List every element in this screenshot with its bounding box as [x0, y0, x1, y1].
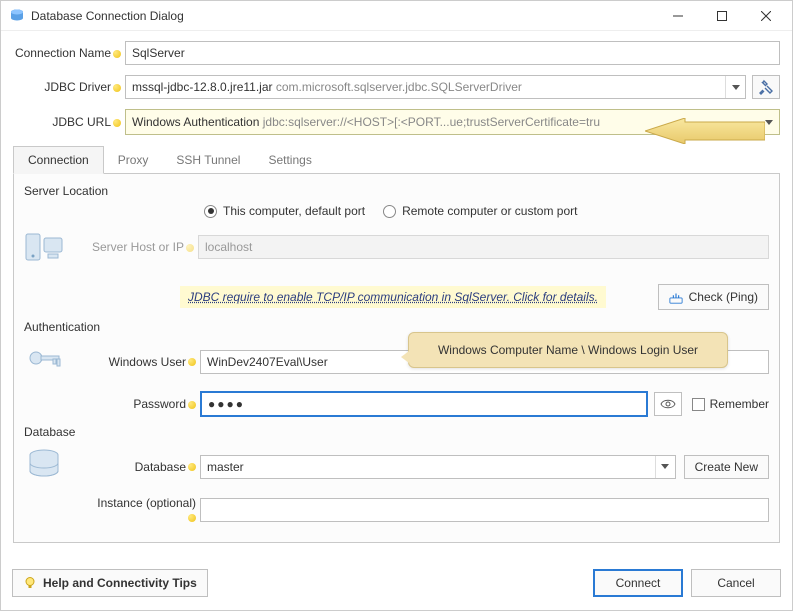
input-password[interactable]: ●●●● [200, 391, 648, 417]
connect-button[interactable]: Connect [593, 569, 683, 597]
cancel-label: Cancel [717, 576, 754, 590]
input-server-host-text: localhost [205, 240, 252, 254]
app-icon [9, 8, 25, 24]
input-password-text: ●●●● [208, 397, 245, 411]
tab-proxy[interactable]: Proxy [104, 147, 163, 173]
input-windows-user-text: WinDev2407Eval\User [207, 355, 328, 369]
tab-settings[interactable]: Settings [254, 147, 325, 173]
driver-tools-button[interactable] [752, 75, 780, 99]
toggle-password-visibility-button[interactable] [654, 392, 682, 416]
row-jdbc-driver: JDBC Driver mssql-jdbc-12.8.0.jre11.jar … [13, 75, 780, 99]
radio-default-port-label: This computer, default port [223, 204, 365, 218]
tab-ssh-tunnel[interactable]: SSH Tunnel [162, 147, 254, 173]
combo-database-text: master [201, 460, 655, 474]
label-instance: Instance (optional) [88, 496, 200, 524]
wrench-icon [758, 79, 774, 95]
maximize-button[interactable] [700, 2, 744, 30]
radio-remote-port-label: Remote computer or custom port [402, 204, 577, 218]
label-jdbc-driver: JDBC Driver [13, 80, 125, 94]
label-database: Database [88, 460, 200, 474]
chevron-down-icon[interactable] [655, 456, 675, 478]
checkbox-remember[interactable]: Remember [692, 397, 769, 411]
radio-button-icon [383, 205, 396, 218]
hint-bulb-icon [113, 119, 121, 127]
close-button[interactable] [744, 2, 788, 30]
combo-jdbc-driver-text: mssql-jdbc-12.8.0.jre11.jar com.microsof… [126, 80, 725, 94]
label-server-host: Server Host or IP [88, 240, 198, 254]
help-tips-button[interactable]: Help and Connectivity Tips [12, 569, 208, 597]
window-title: Database Connection Dialog [31, 9, 656, 23]
chevron-down-icon[interactable] [725, 76, 745, 98]
chevron-down-icon[interactable] [759, 110, 779, 134]
connect-label: Connect [616, 576, 661, 590]
minimize-button[interactable] [656, 2, 700, 30]
input-connection-name[interactable]: SqlServer [125, 41, 780, 65]
titlebar: Database Connection Dialog [1, 1, 792, 31]
combo-database[interactable]: master [200, 455, 676, 479]
checkbox-remember-label: Remember [710, 397, 769, 411]
check-ping-label: Check (Ping) [689, 290, 758, 304]
section-authentication: Authentication [24, 320, 769, 334]
section-database: Database [24, 425, 769, 439]
hint-bulb-icon [113, 50, 121, 58]
row-jdbc-note: JDBC require to enable TCP/IP communicat… [24, 284, 769, 310]
tab-panel-connection: Server Location This computer, default p… [13, 174, 780, 543]
label-password: Password [88, 397, 200, 411]
hint-bulb-icon [113, 84, 121, 92]
hint-bulb-icon [188, 358, 196, 366]
label-jdbc-url: JDBC URL [13, 115, 125, 129]
section-server-location: Server Location [24, 184, 769, 198]
help-tips-label: Help and Connectivity Tips [43, 576, 197, 590]
tab-bar: Connection Proxy SSH Tunnel Settings [13, 145, 780, 174]
row-windows-user: Windows User WinDev2407Eval\User Windows… [24, 340, 769, 383]
link-jdbc-tcpip-note[interactable]: JDBC require to enable TCP/IP communicat… [180, 286, 606, 308]
row-jdbc-url: JDBC URL Windows Authentication jdbc:sql… [13, 109, 780, 135]
input-instance[interactable] [200, 498, 769, 522]
cancel-button[interactable]: Cancel [691, 569, 781, 597]
radio-button-icon [204, 205, 217, 218]
tab-connection[interactable]: Connection [13, 146, 104, 174]
hint-bulb-icon [188, 514, 196, 522]
row-instance: Instance (optional) [24, 496, 769, 524]
radio-default-port[interactable]: This computer, default port [204, 204, 365, 218]
checkbox-icon [692, 398, 705, 411]
label-connection-name: Connection Name [13, 46, 125, 60]
hint-bulb-icon [186, 244, 194, 252]
server-icon [24, 226, 88, 268]
dialog-footer: Help and Connectivity Tips Connect Cance… [0, 561, 793, 605]
window-controls [656, 2, 788, 30]
row-password: Password ●●●● Remember [24, 391, 769, 417]
combo-jdbc-driver[interactable]: mssql-jdbc-12.8.0.jre11.jar com.microsof… [125, 75, 746, 99]
create-new-label: Create New [695, 460, 758, 474]
ping-icon [669, 290, 683, 304]
row-connection-name: Connection Name SqlServer [13, 41, 780, 65]
hint-bulb-icon [188, 401, 196, 409]
label-windows-user: Windows User [88, 355, 200, 369]
auth-icon [24, 340, 88, 383]
row-database: Database master Create New [24, 445, 769, 488]
eye-icon [660, 396, 676, 412]
row-server-host: Server Host or IP localhost [24, 226, 769, 268]
create-new-database-button[interactable]: Create New [684, 455, 769, 479]
check-ping-button[interactable]: Check (Ping) [658, 284, 769, 310]
input-connection-name-text: SqlServer [132, 46, 185, 60]
hint-bulb-icon [188, 463, 196, 471]
dialog-content: Connection Name SqlServer JDBC Driver ms… [1, 31, 792, 551]
radio-remote-port[interactable]: Remote computer or custom port [383, 204, 577, 218]
combo-jdbc-url-text: Windows Authentication jdbc:sqlserver://… [126, 115, 759, 129]
lightbulb-icon [23, 576, 37, 590]
input-windows-user[interactable]: WinDev2407Eval\User [200, 350, 769, 374]
input-server-host: localhost [198, 235, 769, 259]
combo-jdbc-url[interactable]: Windows Authentication jdbc:sqlserver://… [125, 109, 780, 135]
database-icon [24, 445, 88, 488]
server-port-radios: This computer, default port Remote compu… [204, 204, 769, 218]
